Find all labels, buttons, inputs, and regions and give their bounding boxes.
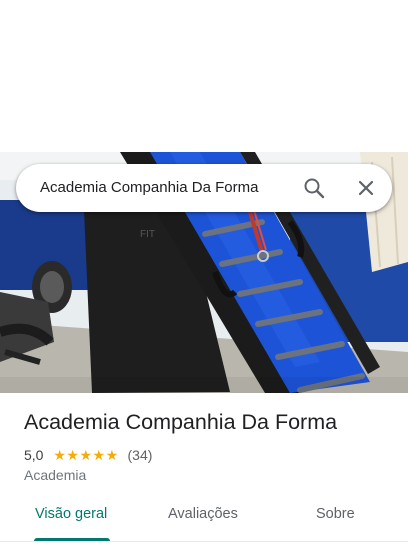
tabs-divider (0, 541, 408, 542)
tab-overview[interactable]: Visão geral (35, 506, 107, 522)
star-rating-icon: ★★★★★ (53, 446, 119, 463)
close-icon[interactable] (354, 176, 378, 200)
search-icon[interactable] (302, 176, 326, 200)
svg-text:FIT: FIT (140, 229, 155, 240)
map-blank-area (0, 0, 408, 152)
rating-row[interactable]: 5,0 ★★★★★ (34) (24, 446, 152, 464)
place-category[interactable]: Academia (24, 467, 86, 483)
review-count[interactable]: (34) (128, 447, 153, 463)
place-title: Academia Companhia Da Forma (24, 410, 338, 434)
search-bar[interactable]: Academia Companhia Da Forma (16, 164, 392, 212)
search-input[interactable]: Academia Companhia Da Forma (40, 179, 258, 196)
tab-about[interactable]: Sobre (316, 506, 355, 522)
rating-value: 5,0 (24, 447, 44, 464)
tab-reviews[interactable]: Avaliações (168, 506, 238, 522)
